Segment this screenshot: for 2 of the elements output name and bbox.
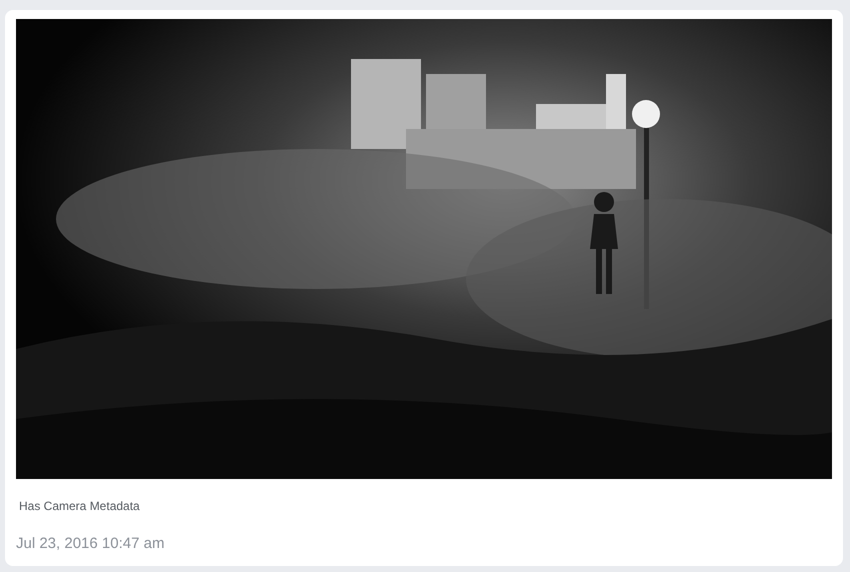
timestamp: Jul 23, 2016 10:47 am bbox=[16, 535, 166, 553]
metadata-note: Has Camera Metadata bbox=[18, 499, 141, 513]
